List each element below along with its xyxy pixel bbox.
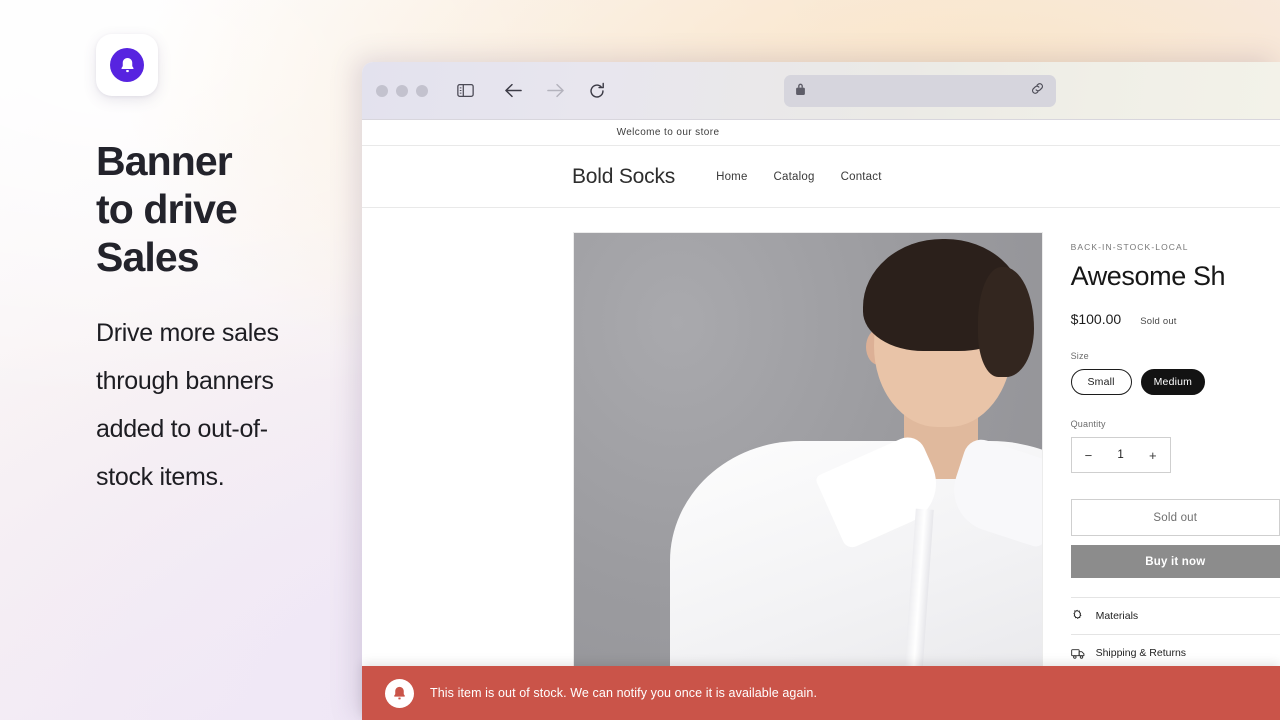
window-controls[interactable]	[376, 85, 428, 97]
price-row: $100.00 Sold out	[1071, 311, 1280, 327]
bell-icon	[385, 679, 414, 708]
close-button[interactable]	[376, 85, 388, 97]
size-selector[interactable]: Small Medium	[1071, 369, 1280, 395]
product-title: Awesome Sh	[1071, 261, 1280, 291]
store-logo[interactable]: Bold Socks	[572, 165, 675, 189]
quantity-decrease-button[interactable]: −	[1085, 449, 1093, 462]
product-price: $100.00	[1071, 311, 1122, 327]
size-option-small[interactable]: Small	[1071, 369, 1132, 395]
back-arrow-icon[interactable]	[498, 77, 528, 105]
zoom-button[interactable]	[416, 85, 428, 97]
store-header: Bold Socks Home Catalog Contact	[362, 146, 1280, 208]
quantity-value[interactable]: 1	[1117, 449, 1123, 461]
minimize-button[interactable]	[396, 85, 408, 97]
accordion-materials[interactable]: Materials	[1071, 597, 1280, 634]
out-of-stock-message: This item is out of stock. We can notify…	[430, 686, 817, 700]
materials-icon	[1071, 609, 1086, 624]
product-details: BACK-IN-STOCK-LOCAL Awesome Sh $100.00 S…	[1071, 232, 1280, 720]
accordion-label: Materials	[1096, 610, 1139, 622]
product-image[interactable]	[573, 232, 1043, 720]
nav-link-contact[interactable]: Contact	[841, 171, 882, 183]
browser-toolbar	[362, 62, 1280, 120]
product-vendor: BACK-IN-STOCK-LOCAL	[1071, 242, 1280, 252]
navigation-buttons[interactable]	[498, 77, 612, 105]
promo-panel: Banner to drive Sales Drive more sales t…	[0, 0, 362, 720]
buy-it-now-button[interactable]: Buy it now	[1071, 545, 1280, 578]
forward-arrow-icon[interactable]	[540, 77, 570, 105]
page-title: Banner to drive Sales	[96, 137, 362, 281]
address-bar[interactable]	[784, 75, 1056, 107]
browser-window: Welcome to our store Bold Socks Home Cat…	[362, 62, 1280, 720]
quantity-increase-button[interactable]: +	[1149, 449, 1157, 462]
bell-icon	[110, 48, 144, 82]
reload-icon[interactable]	[582, 77, 612, 105]
lock-icon	[795, 82, 806, 101]
announcement-text: Welcome to our store	[617, 127, 720, 138]
out-of-stock-banner[interactable]: This item is out of stock. We can notify…	[362, 666, 1280, 720]
announcement-bar: Welcome to our store	[362, 120, 1280, 146]
promo-description: Drive more sales through banners added t…	[96, 309, 292, 501]
store-page: Welcome to our store Bold Socks Home Cat…	[362, 120, 1280, 720]
status-badge: Sold out	[1140, 316, 1176, 327]
accordion-label: Shipping & Returns	[1096, 647, 1186, 659]
store-nav[interactable]: Home Catalog Contact	[716, 171, 882, 183]
nav-link-catalog[interactable]: Catalog	[774, 171, 815, 183]
product-photo-hair-side	[978, 267, 1034, 377]
product-section: BACK-IN-STOCK-LOCAL Awesome Sh $100.00 S…	[362, 208, 1280, 720]
nav-link-home[interactable]: Home	[716, 171, 747, 183]
size-label: Size	[1071, 351, 1280, 361]
truck-icon	[1071, 646, 1086, 661]
add-to-cart-button[interactable]: Sold out	[1071, 499, 1280, 536]
sidebar-icon[interactable]	[450, 77, 480, 105]
link-icon[interactable]	[1030, 81, 1045, 101]
size-option-medium[interactable]: Medium	[1141, 369, 1206, 395]
app-icon-tile	[96, 34, 158, 96]
quantity-stepper[interactable]: − 1 +	[1071, 437, 1171, 473]
quantity-label: Quantity	[1071, 419, 1280, 429]
